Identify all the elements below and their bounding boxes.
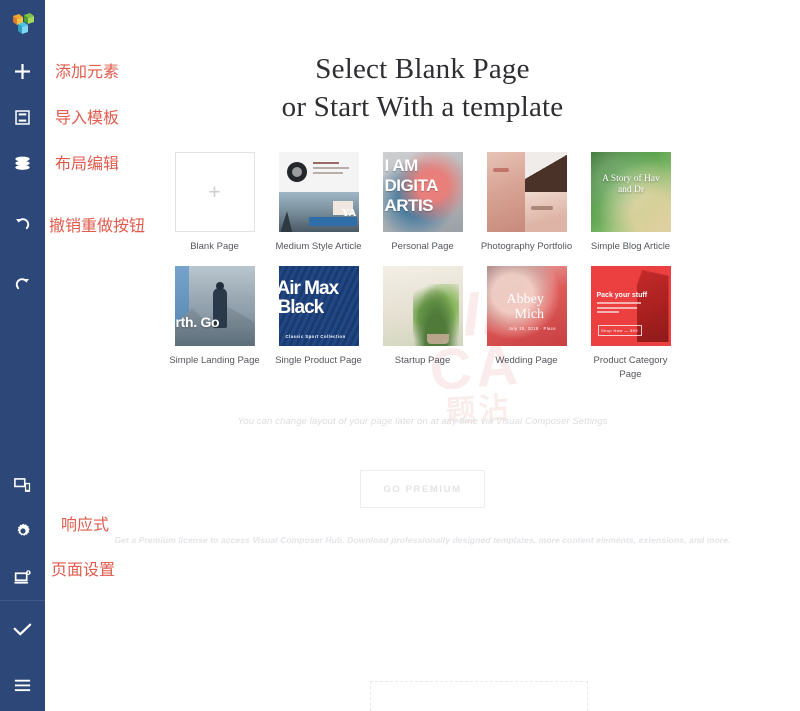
- template-label: Blank Page: [190, 241, 239, 252]
- thumb-art-text-line-3: Classic Sport Collection: [285, 334, 346, 339]
- annotation-responsive: 响应式: [61, 515, 110, 534]
- go-premium-button[interactable]: GO PREMIUM: [360, 470, 485, 508]
- hamburger-icon: [14, 679, 31, 691]
- annotation-page-settings: 页面设置: [51, 560, 116, 579]
- thumb-art-text-line-3: ARTIS: [384, 196, 434, 215]
- thumb-art-tile-3: [524, 192, 567, 232]
- thumb-art-pot: [426, 334, 449, 344]
- thumb-art-text-line-1: Pack your stuff: [596, 292, 648, 299]
- thumb-art-text: A Story of Hav and Dr: [594, 174, 669, 196]
- template-thumb-simple-blog-article[interactable]: A Story of Hav and Dr: [590, 152, 671, 232]
- thumb-art-text-line-3: July 15, 2018 · Place: [508, 326, 557, 331]
- template-label: Wedding Page: [495, 355, 558, 366]
- thumb-art-header: [278, 152, 359, 192]
- template-icon: [15, 109, 30, 125]
- thumb-art-lines: [312, 162, 349, 177]
- template-card-startup-page[interactable]: Startup Page: [371, 266, 475, 382]
- annotation-import-template: 导入模板: [55, 108, 120, 127]
- layers-icon: [15, 156, 30, 170]
- page-title-line-1: Select Blank Page: [315, 53, 530, 85]
- thumb-art-photo: YA: [278, 192, 359, 232]
- annotation-undo-redo: 撤销重做按钮: [49, 216, 146, 235]
- template-card-photography-portfolio[interactable]: Photography Portfolio: [475, 152, 579, 254]
- page-title-line-2: or Start With a template: [281, 91, 564, 123]
- template-thumb-blank-page[interactable]: +: [174, 152, 255, 232]
- template-card-simple-blog-article[interactable]: A Story of Hav and Dr Simple Blog Articl…: [579, 152, 683, 254]
- template-thumb-simple-landing-page[interactable]: rth. Go: [174, 266, 255, 346]
- template-thumb-single-product-page[interactable]: Air Max Black Classic Sport Collection: [278, 266, 359, 346]
- template-thumb-personal-page[interactable]: I AM DIGITA ARTIS: [382, 152, 463, 232]
- sidebar-item-redo[interactable]: [0, 260, 45, 306]
- responsive-icon: [14, 477, 31, 492]
- redo-icon: [15, 277, 29, 289]
- thumb-art-lines: [596, 302, 641, 316]
- sidebar-item-page-settings[interactable]: [0, 508, 45, 554]
- template-thumb-product-category-page[interactable]: Pack your stuff Shop Now — $99: [590, 266, 671, 346]
- logo-icon: [12, 13, 34, 34]
- avatar: [286, 162, 307, 182]
- template-card-blank-page[interactable]: + Blank Page: [163, 152, 267, 254]
- template-label: Simple Blog Article: [590, 241, 671, 252]
- plus-icon: [15, 63, 30, 79]
- template-label: Simple Landing Page: [169, 355, 260, 366]
- annotation-layout-edit: 布局编辑: [55, 154, 120, 173]
- template-picker-panel: 添加元素 导入模板 布局编辑 撤销重做按钮 响应式 页面设置 Select Bl…: [45, 0, 800, 711]
- template-thumb-medium-style-article[interactable]: YA: [278, 152, 359, 232]
- undo-icon: [16, 217, 30, 229]
- thumb-art-text-line-1: A Story of Hav: [602, 174, 660, 184]
- thumb-art-button: Shop Now — $99: [597, 325, 642, 336]
- template-label: Medium Style Article: [275, 241, 362, 252]
- visual-composer-editor: 添加元素 导入模板 布局编辑 撤销重做按钮 响应式 页面设置 Select Bl…: [0, 0, 800, 711]
- sidebar-item-add-element[interactable]: [0, 48, 45, 94]
- thumb-art-tile-1: [524, 152, 567, 192]
- sidebar-item-hub[interactable]: [0, 554, 45, 600]
- premium-note-text: Get a Premium license to access Visual C…: [114, 535, 731, 545]
- thumb-art-text: rth. Go: [175, 314, 220, 330]
- thumb-art-text-line-2: and Dr: [617, 185, 645, 195]
- sidebar-item-responsive[interactable]: [0, 462, 45, 508]
- thumb-art-text-line-2: Black: [278, 297, 325, 318]
- left-toolbar: [0, 0, 45, 711]
- template-label: Single Product Page: [275, 355, 362, 366]
- sidebar-item-import-template[interactable]: [0, 94, 45, 140]
- plus-icon: +: [208, 180, 221, 204]
- template-card-personal-page[interactable]: I AM DIGITA ARTIS Personal Page: [371, 152, 475, 254]
- template-card-single-product-page[interactable]: Air Max Black Classic Sport Collection S…: [267, 266, 371, 382]
- template-label: Product Category Page: [593, 355, 668, 380]
- page-title: Select Blank Page or Start With a templa…: [45, 0, 800, 126]
- sidebar-item-menu[interactable]: [0, 659, 45, 711]
- thumb-art-text-line-2: Mich: [514, 307, 545, 322]
- sidebar-item-layout-edit[interactable]: [0, 140, 45, 186]
- template-card-simple-landing-page[interactable]: rth. Go Simple Landing Page: [163, 266, 267, 382]
- template-thumb-startup-page[interactable]: [382, 266, 463, 346]
- thumb-art-text-line-1: Abbey: [506, 292, 544, 307]
- check-icon: [13, 623, 32, 636]
- template-label: Photography Portfolio: [480, 241, 573, 252]
- template-card-medium-style-article[interactable]: YA Medium Style Article: [267, 152, 371, 254]
- template-card-wedding-page[interactable]: Abbey Mich July 15, 2018 · Place Wedding…: [475, 266, 579, 382]
- template-label: Personal Page: [391, 241, 454, 252]
- thumb-art-tile-2: [486, 152, 525, 232]
- template-thumb-wedding-page[interactable]: Abbey Mich July 15, 2018 · Place: [486, 266, 567, 346]
- template-card-product-category-page[interactable]: Pack your stuff Shop Now — $99 Product C…: [579, 266, 683, 382]
- sidebar-item-undo[interactable]: [0, 200, 45, 246]
- visual-composer-logo[interactable]: [0, 0, 45, 48]
- annotation-add-element: 添加元素: [55, 62, 120, 81]
- premium-button-wrapper: GO PREMIUM: [45, 470, 800, 508]
- gear-icon: [16, 523, 30, 536]
- thumb-art-text-line-2: DIGITA: [384, 176, 439, 195]
- template-grid: + Blank Page YA Medium Style Article I A…: [163, 152, 683, 394]
- thumb-art-text: YA: [341, 207, 357, 219]
- drop-zone-placeholder[interactable]: [370, 681, 588, 711]
- thumb-art-text: I AM DIGITA ARTIS: [384, 156, 439, 216]
- template-label: Startup Page: [394, 355, 451, 366]
- sidebar-item-publish[interactable]: [0, 601, 45, 659]
- thumb-art-text-line-1: I AM: [384, 156, 419, 175]
- template-thumb-photography-portfolio[interactable]: [486, 152, 567, 232]
- hub-download-icon: [14, 569, 31, 584]
- layout-hint-text: You can change layout of your page later…: [237, 416, 608, 427]
